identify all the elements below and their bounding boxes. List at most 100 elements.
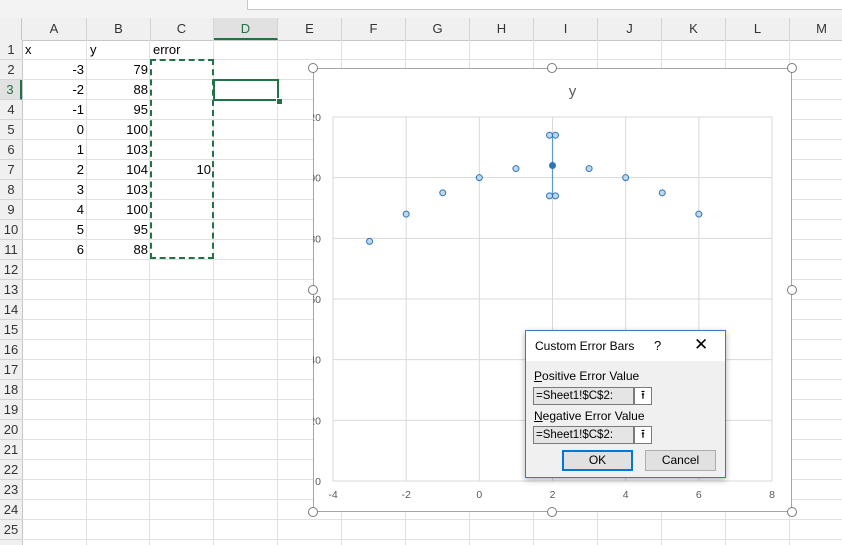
cell-a9[interactable]: 4: [22, 200, 87, 220]
row-header-5[interactable]: 5: [0, 120, 22, 140]
chart-resize-handle[interactable]: [787, 507, 797, 517]
column-header-d[interactable]: D: [214, 18, 278, 40]
custom-error-bars-dialog: Custom Error Bars ? ✕ Positive Error Val…: [525, 330, 726, 478]
row-header-17[interactable]: 17: [0, 360, 22, 380]
column-header-k[interactable]: K: [662, 18, 726, 40]
row-header-6[interactable]: 6: [0, 140, 22, 160]
cell-b8[interactable]: 103: [87, 180, 151, 200]
fill-handle[interactable]: [276, 98, 283, 105]
x-tick-label: -2: [401, 489, 410, 501]
data-point: [402, 210, 410, 218]
cell-a1[interactable]: x: [22, 40, 87, 60]
row-header-4[interactable]: 4: [0, 100, 22, 120]
cell-a4[interactable]: -1: [22, 100, 87, 120]
row-header-8[interactable]: 8: [0, 180, 22, 200]
row-header-3[interactable]: 3: [0, 80, 22, 100]
column-header-j[interactable]: J: [598, 18, 662, 40]
cell-a6[interactable]: 1: [22, 140, 87, 160]
column-header-c[interactable]: C: [150, 18, 214, 40]
row-header-12[interactable]: 12: [0, 260, 22, 280]
chart-resize-handle[interactable]: [787, 63, 797, 73]
positive-error-input[interactable]: =Sheet1!$C$2:: [533, 387, 634, 405]
data-point: [658, 189, 666, 197]
row-header-25[interactable]: 25: [0, 520, 22, 540]
column-header-f[interactable]: F: [342, 18, 406, 40]
cell-a2[interactable]: -3: [22, 60, 87, 80]
row-header-23[interactable]: 23: [0, 480, 22, 500]
data-point: [366, 237, 374, 245]
formula-input[interactable]: [247, 0, 842, 10]
error-bar-handle: [546, 131, 553, 139]
x-tick-label: 2: [550, 489, 556, 501]
negative-error-label-text: egative Error Value: [542, 409, 645, 423]
data-point: [439, 189, 447, 197]
cell-a8[interactable]: 3: [22, 180, 87, 200]
cell-a5[interactable]: 0: [22, 120, 87, 140]
cell-b1[interactable]: y: [87, 40, 151, 60]
row-header-11[interactable]: 11: [0, 240, 22, 260]
negative-error-input[interactable]: =Sheet1!$C$2:: [533, 426, 634, 444]
chart-resize-handle[interactable]: [547, 507, 557, 517]
cell-b10[interactable]: 95: [87, 220, 151, 240]
column-header-m[interactable]: M: [790, 18, 842, 40]
chart-resize-handle[interactable]: [308, 507, 318, 517]
cell-a3[interactable]: -2: [22, 80, 87, 100]
row-header-22[interactable]: 22: [0, 460, 22, 480]
cell-b11[interactable]: 88: [87, 240, 151, 260]
row-header-15[interactable]: 15: [0, 320, 22, 340]
row-header-2[interactable]: 2: [0, 60, 22, 80]
negative-error-label: Negative Error Value: [534, 409, 645, 423]
row-header-10[interactable]: 10: [0, 220, 22, 240]
gridline-horizontal: [22, 519, 842, 520]
cell-a10[interactable]: 5: [22, 220, 87, 240]
y-tick-label: 100: [313, 173, 321, 185]
cancel-button[interactable]: Cancel: [645, 450, 716, 471]
y-tick-label: 0: [315, 476, 321, 488]
row-header-21[interactable]: 21: [0, 440, 22, 460]
chart-resize-handle[interactable]: [308, 63, 318, 73]
row-header-16[interactable]: 16: [0, 340, 22, 360]
row-header-13[interactable]: 13: [0, 280, 22, 300]
column-header-e[interactable]: E: [278, 18, 342, 40]
chart-title: y: [569, 83, 577, 100]
chart-resize-handle[interactable]: [547, 63, 557, 73]
chart-resize-handle[interactable]: [308, 285, 318, 295]
column-header-l[interactable]: L: [726, 18, 790, 40]
cell-c1[interactable]: error: [150, 40, 214, 60]
active-cell-d3[interactable]: [213, 79, 279, 101]
y-tick-label: 80: [313, 233, 321, 245]
cell-b4[interactable]: 95: [87, 100, 151, 120]
negative-error-accesskey: N: [534, 409, 543, 423]
cell-a7[interactable]: 2: [22, 160, 87, 180]
help-icon[interactable]: ?: [654, 338, 661, 353]
cell-b2[interactable]: 79: [87, 60, 151, 80]
row-header-18[interactable]: 18: [0, 380, 22, 400]
chart-resize-handle[interactable]: [787, 285, 797, 295]
data-point: [475, 174, 483, 182]
row-header-7[interactable]: 7: [0, 160, 22, 180]
select-all-corner[interactable]: [0, 18, 22, 40]
row-header-20[interactable]: 20: [0, 420, 22, 440]
ok-button[interactable]: OK: [562, 450, 633, 471]
column-header-g[interactable]: G: [406, 18, 470, 40]
positive-collapse-icon[interactable]: ⭱: [634, 387, 652, 405]
cell-b3[interactable]: 88: [87, 80, 151, 100]
column-header-b[interactable]: B: [87, 18, 151, 40]
error-bar-handle: [552, 192, 559, 200]
row-header-14[interactable]: 14: [0, 300, 22, 320]
row-header-24[interactable]: 24: [0, 500, 22, 520]
column-header-a[interactable]: A: [22, 18, 87, 40]
cell-b7[interactable]: 104: [87, 160, 151, 180]
row-header-19[interactable]: 19: [0, 400, 22, 420]
row-header-1[interactable]: 1: [0, 40, 22, 60]
negative-collapse-icon[interactable]: ⭱: [634, 426, 652, 444]
copy-marquee-c2-c11: [150, 59, 214, 259]
close-icon[interactable]: ✕: [694, 335, 708, 355]
column-header-h[interactable]: H: [470, 18, 534, 40]
cell-b6[interactable]: 103: [87, 140, 151, 160]
column-header-i[interactable]: I: [534, 18, 598, 40]
cell-b5[interactable]: 100: [87, 120, 151, 140]
row-header-9[interactable]: 9: [0, 200, 22, 220]
cell-b9[interactable]: 100: [87, 200, 151, 220]
cell-a11[interactable]: 6: [22, 240, 87, 260]
